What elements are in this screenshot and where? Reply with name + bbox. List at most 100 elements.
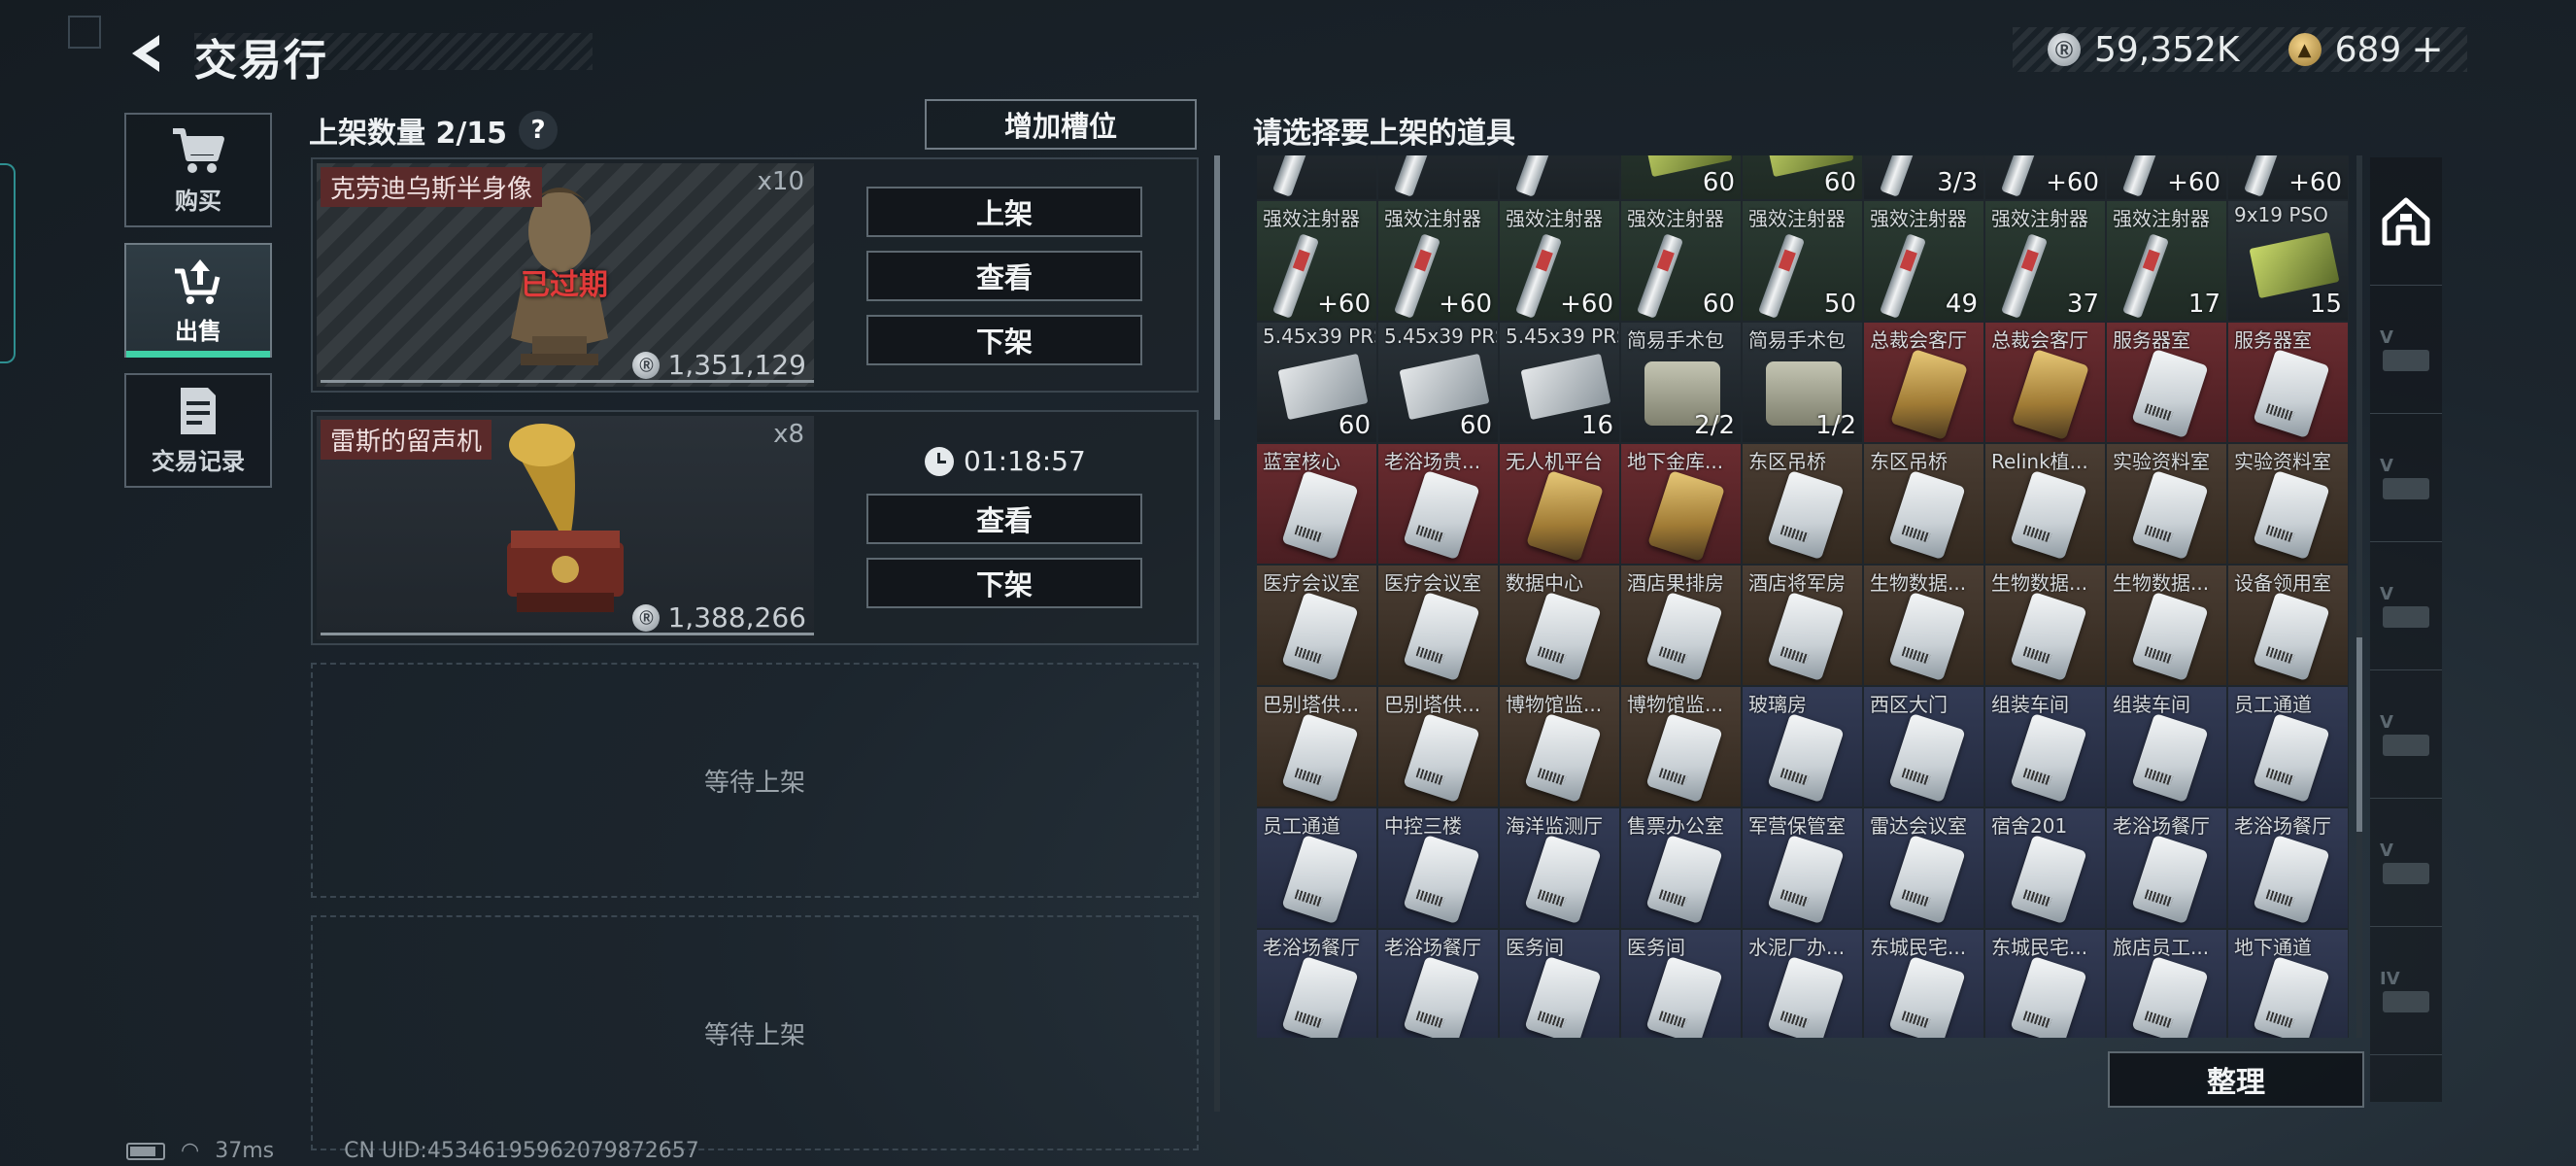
nav-buy[interactable]: 购买 (124, 113, 272, 227)
inventory-item[interactable]: 地下金库... (1621, 444, 1741, 564)
inventory-item[interactable]: 酒店将军房 (1743, 566, 1862, 685)
rail-filter-item[interactable]: V (2370, 414, 2442, 542)
inventory-item[interactable]: 9x19 PSO 15 (2228, 201, 2348, 321)
inventory-item[interactable]: 强效注射器 +60 (1500, 201, 1619, 321)
inventory-item[interactable]: 地下通道 (2228, 930, 2348, 1038)
empty-slot[interactable]: 等待上架 (311, 915, 1199, 1150)
inventory-item[interactable]: 东城民宅... (1985, 930, 2105, 1038)
inventory-item[interactable]: 医疗会议室 (1257, 566, 1376, 685)
listing-image-area[interactable]: 克劳迪乌斯半身像 x10 已过期 Ⓡ 1,351,129 (317, 163, 814, 387)
inventory-item[interactable]: 服务器室 (2107, 323, 2226, 442)
rail-filter-item[interactable]: V (2370, 799, 2442, 927)
inventory-item[interactable]: 总裁会客厅 (1864, 323, 1983, 442)
inventory-item[interactable]: 军营保管室 (1743, 808, 1862, 928)
inventory-item[interactable]: 东区吊桥 (1864, 444, 1983, 564)
relist-button[interactable]: 上架 (866, 187, 1142, 237)
inventory-item[interactable]: 数据中心 (1500, 566, 1619, 685)
inventory-item[interactable]: 医务间 (1500, 930, 1619, 1038)
inventory-item[interactable]: 实验资料室 (2107, 444, 2226, 564)
rail-filter-item[interactable]: V (2370, 286, 2442, 414)
inventory-item[interactable]: 组装车间 (2107, 687, 2226, 806)
help-icon[interactable]: ? (519, 111, 559, 150)
inventory-item[interactable]: 雷达会议室 (1864, 808, 1983, 928)
inventory-item[interactable]: 5.45x39 PRS 60 (1378, 323, 1498, 442)
inventory-item[interactable]: 5.45x39 PRS 16 (1500, 323, 1619, 442)
inventory-item[interactable]: +60 (1985, 155, 2105, 199)
inventory-item[interactable]: 老浴场餐厅 (1257, 930, 1376, 1038)
delist-button[interactable]: 下架 (866, 558, 1142, 608)
inventory-item[interactable]: 简易手术包 2/2 (1621, 323, 1741, 442)
inventory-item[interactable]: 老浴场餐厅 (2107, 808, 2226, 928)
rail-filter-item[interactable]: V (2370, 542, 2442, 670)
inventory-item[interactable]: 强效注射器 +60 (1257, 201, 1376, 321)
inventory-item[interactable]: 老浴场餐厅 (2228, 808, 2348, 928)
inventory-item[interactable]: 巴别塔供... (1257, 687, 1376, 806)
inventory-item[interactable]: 强效注射器 49 (1864, 201, 1983, 321)
view-button[interactable]: 查看 (866, 494, 1142, 544)
inventory-item[interactable]: 售票办公室 (1621, 808, 1741, 928)
inventory-item[interactable]: 水泥厂办... (1743, 930, 1862, 1038)
inventory-item[interactable]: 员工通道 (1257, 808, 1376, 928)
inventory-item[interactable]: 生物数据... (1985, 566, 2105, 685)
inventory-item[interactable] (1378, 155, 1498, 199)
sort-button[interactable]: 整理 (2108, 1051, 2364, 1108)
listing-scrollbar-thumb[interactable] (1214, 155, 1220, 420)
inventory-item[interactable]: 海洋监测厅 (1500, 808, 1619, 928)
inventory-item[interactable]: 强效注射器 60 (1621, 201, 1741, 321)
empty-slot[interactable]: 等待上架 (311, 663, 1199, 898)
inventory-item[interactable]: 无人机平台 (1500, 444, 1619, 564)
inventory-item[interactable]: Relink植... (1985, 444, 2105, 564)
inventory-item[interactable]: 设备领用室 (2228, 566, 2348, 685)
inventory-item[interactable]: 博物馆监... (1621, 687, 1741, 806)
rail-home[interactable] (2370, 157, 2442, 286)
inventory-item[interactable]: 生物数据... (1864, 566, 1983, 685)
inventory-item[interactable]: 生物数据... (2107, 566, 2226, 685)
inventory-item[interactable]: 强效注射器 17 (2107, 201, 2226, 321)
add-slot-button[interactable]: 增加槽位 (925, 99, 1197, 150)
inventory-item[interactable]: 宿舍201 (1985, 808, 2105, 928)
add-gold-button[interactable]: + (2411, 27, 2444, 72)
listing-image-area[interactable]: 雷斯的留声机 x8 Ⓡ 1,388,266 (317, 416, 814, 639)
inventory-item[interactable]: 医务间 (1621, 930, 1741, 1038)
inventory-item[interactable]: 医疗会议室 (1378, 566, 1498, 685)
inventory-scrollbar[interactable] (2356, 155, 2362, 1038)
inventory-item[interactable]: 东城民宅... (1864, 930, 1983, 1038)
nav-records[interactable]: 交易记录 (124, 373, 272, 488)
inventory-scrollbar-thumb[interactable] (2356, 637, 2362, 832)
inventory-item[interactable] (1257, 155, 1376, 199)
inventory-item[interactable]: 简易手术包 1/2 (1743, 323, 1862, 442)
inventory-item[interactable]: 员工通道 (2228, 687, 2348, 806)
inventory-item[interactable]: 服务器室 (2228, 323, 2348, 442)
inventory-item[interactable]: 玻璃房 (1743, 687, 1862, 806)
inventory-item[interactable] (1500, 155, 1619, 199)
inventory-item[interactable]: 老浴场餐厅 (1378, 930, 1498, 1038)
inventory-item[interactable]: 3/3 (1864, 155, 1983, 199)
back-button[interactable] (124, 29, 173, 78)
inventory-item[interactable]: 蓝室核心 (1257, 444, 1376, 564)
inventory-item[interactable]: 总裁会客厅 (1985, 323, 2105, 442)
inventory-item[interactable]: 5.45x39 PRS 60 (1257, 323, 1376, 442)
inventory-item[interactable]: 实验资料室 (2228, 444, 2348, 564)
inventory-item[interactable]: 旅店员工... (2107, 930, 2226, 1038)
rail-filter-item[interactable]: V (2370, 670, 2442, 799)
inventory-item[interactable]: 强效注射器 +60 (1378, 201, 1498, 321)
rail-filter-item[interactable]: IV (2370, 927, 2442, 1055)
inventory-item[interactable]: 博物馆监... (1500, 687, 1619, 806)
inventory-item[interactable]: 老浴场贵... (1378, 444, 1498, 564)
inventory-item[interactable]: 巴别塔供... (1378, 687, 1498, 806)
inventory-item[interactable]: 60 (1743, 155, 1862, 199)
inventory-item[interactable]: 60 (1621, 155, 1741, 199)
left-edge-tab[interactable] (0, 163, 16, 363)
inventory-item[interactable]: 酒店果排房 (1621, 566, 1741, 685)
inventory-item[interactable]: 组装车间 (1985, 687, 2105, 806)
inventory-item[interactable]: 强效注射器 50 (1743, 201, 1862, 321)
nav-sell[interactable]: 出售 (124, 243, 272, 358)
delist-button[interactable]: 下架 (866, 315, 1142, 365)
inventory-item[interactable]: 东区吊桥 (1743, 444, 1862, 564)
inventory-item[interactable]: +60 (2228, 155, 2348, 199)
inventory-item[interactable]: 强效注射器 37 (1985, 201, 2105, 321)
inventory-item[interactable]: 中控三楼 (1378, 808, 1498, 928)
view-button[interactable]: 查看 (866, 251, 1142, 301)
inventory-item[interactable]: +60 (2107, 155, 2226, 199)
inventory-item[interactable]: 西区大门 (1864, 687, 1983, 806)
